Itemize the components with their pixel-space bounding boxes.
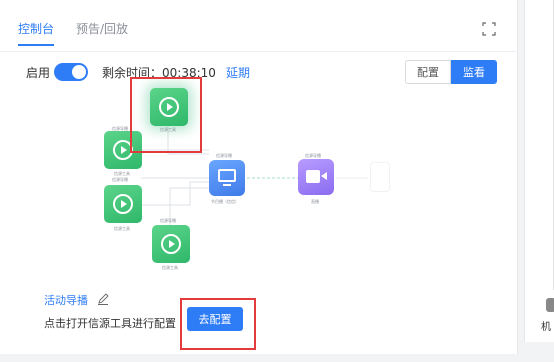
highlight-box-config bbox=[180, 298, 256, 350]
play-icon bbox=[113, 194, 133, 214]
placeholder-node bbox=[370, 162, 390, 192]
node-title: 信源导播 bbox=[112, 177, 128, 182]
pencil-icon[interactable] bbox=[97, 293, 109, 305]
source-tool-node[interactable] bbox=[104, 185, 142, 223]
node-title: 信源导播 bbox=[216, 153, 232, 158]
activity-director-link[interactable]: 活动导播 bbox=[44, 292, 88, 308]
node-label: 节目播（信信） bbox=[211, 199, 239, 204]
source-tool-node[interactable] bbox=[152, 225, 190, 263]
play-icon bbox=[161, 234, 181, 254]
node-label: 信源工具 bbox=[162, 265, 178, 270]
console-panel: 控制台 预告/回放 启用 剩余时间：00:38:10 延期 配置 监看 信源工具 bbox=[0, 0, 518, 354]
config-hint: 点击打开信源工具进行配置 bbox=[44, 317, 176, 330]
monitor-node[interactable] bbox=[209, 160, 245, 196]
node-label: 直播 bbox=[311, 199, 319, 204]
highlight-box-source bbox=[130, 77, 202, 153]
device-icon[interactable] bbox=[546, 298, 554, 312]
live-output-node[interactable] bbox=[298, 159, 334, 195]
node-label: 信源工具 bbox=[114, 226, 130, 231]
node-title: 信源导播 bbox=[160, 218, 176, 223]
video-camera-icon bbox=[306, 170, 320, 183]
side-panel-frame bbox=[530, 0, 554, 290]
side-label: 机 bbox=[541, 322, 551, 333]
monitor-icon bbox=[218, 169, 236, 182]
